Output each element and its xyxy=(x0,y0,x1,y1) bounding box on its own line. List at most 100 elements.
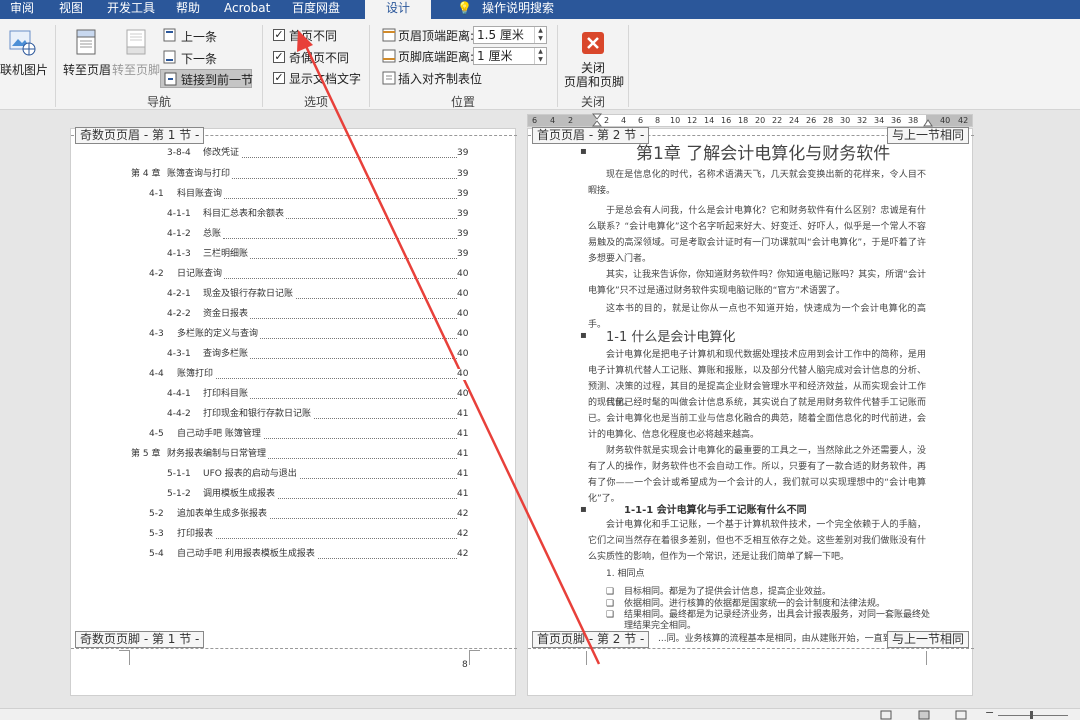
zoom-slider[interactable] xyxy=(998,715,1068,716)
toc-entry-number: 5-1-1 xyxy=(167,469,191,479)
toc-entry-title[interactable]: 修改凭证 xyxy=(203,148,242,159)
ruler-tick: 6 xyxy=(532,116,538,125)
left-page[interactable]: 奇数页页眉 - 第 1 节 - 3-8-4 修改凭证 39 第 4 章账簿查询与打印 3… xyxy=(70,127,517,696)
ruler-tick: 4 xyxy=(621,116,627,125)
toc-entry-title[interactable]: 财务报表编制与日常管理 xyxy=(167,449,269,460)
tab-review[interactable]: 审阅 xyxy=(10,0,34,19)
toc-leader-dots xyxy=(197,198,457,199)
toc-entry-title[interactable]: 日记账查询 xyxy=(177,269,225,280)
print-layout-icon[interactable] xyxy=(918,710,930,720)
toc-entry-title[interactable]: 三栏明细账 xyxy=(203,249,251,260)
tab-view[interactable]: 视图 xyxy=(59,0,83,19)
lightbulb-icon: 💡 xyxy=(457,1,472,15)
toc-entry-title[interactable]: 账簿查询与打印 xyxy=(167,169,233,180)
header-top-value: 1.5 厘米 xyxy=(477,28,524,42)
online-picture-icon[interactable] xyxy=(8,29,38,57)
show-document-text-label: 显示文档文字 xyxy=(289,72,362,86)
status-bar: − xyxy=(0,706,1080,720)
toc-entry-title[interactable]: 现金及银行存款日记账 xyxy=(203,289,296,300)
crop-mark xyxy=(926,651,927,665)
goto-footer-button[interactable]: 转至页脚 xyxy=(112,61,160,78)
previous-button[interactable]: 上一条 xyxy=(181,28,217,45)
spinner-arrows-icon[interactable]: ▲ ▼ xyxy=(534,27,546,43)
tab-baidu-netdisk[interactable]: 百度网盘 xyxy=(292,0,340,19)
toc-page-number: 41 xyxy=(457,469,469,480)
toc-entry-title[interactable]: 追加表单生成多张报表 xyxy=(177,509,270,520)
tab-developer[interactable]: 开发工具 xyxy=(107,0,155,19)
ruler-tick: 40 xyxy=(940,116,951,125)
goto-header-button[interactable]: 转至页眉 xyxy=(63,61,111,78)
ruler-tick: 10 xyxy=(670,116,681,125)
tell-me-search[interactable]: 操作说明搜索 xyxy=(482,0,554,19)
spinner-arrows-icon[interactable]: ▲ ▼ xyxy=(534,48,546,64)
goto-header-icon[interactable] xyxy=(74,28,100,56)
toc-page-number: 40 xyxy=(457,329,469,340)
show-document-text-checkbox[interactable]: ✓ xyxy=(273,72,285,84)
paragraph-7: 财务软件就是实现会计电算化的最重要的工具之一，当然除此之外还需要人，没有了人的操… xyxy=(588,446,926,504)
tab-help[interactable]: 帮助 xyxy=(176,0,200,19)
ruler-tick: 14 xyxy=(704,116,715,125)
toc-entry-number: 4-2-2 xyxy=(167,309,191,319)
tab-design[interactable]: 设计 xyxy=(365,0,431,19)
toc-page-number: 41 xyxy=(457,489,469,500)
next-button[interactable]: 下一条 xyxy=(181,50,217,67)
ruler-tick: 28 xyxy=(823,116,834,125)
web-layout-icon[interactable] xyxy=(955,710,967,720)
first-page-footer-tag: 首页页脚 - 第 2 节 - xyxy=(532,631,650,648)
footer-bottom-spinner[interactable]: 1 厘米 ▲ ▼ xyxy=(473,47,547,65)
ribbon: 联机图片 转至页眉 转至页脚 上一条 下一条 链接到前一节 导航 ✓ 首页不同 … xyxy=(0,19,1080,110)
toc-leader-dots xyxy=(223,358,457,359)
horizontal-ruler[interactable]: 6 4 2 2 4 6 8 10 12 14 16 18 20 22 24 26… xyxy=(527,113,973,127)
toc-entry-title[interactable]: 打印科目账 xyxy=(203,389,251,400)
toc-entry-title[interactable]: 打印报表 xyxy=(177,529,216,540)
toc-entry-title[interactable]: 账簿打印 xyxy=(177,369,216,380)
toc-leader-dots xyxy=(223,238,457,239)
toc-entry-title[interactable]: 多栏账的定义与查询 xyxy=(177,329,261,340)
toc-entry-title[interactable]: 自己动手吧 利用报表模板生成报表 xyxy=(177,549,317,560)
toc-leader-dots xyxy=(223,258,457,259)
checkbox-bullet-icon: ❑ xyxy=(606,587,615,597)
toc-entry-number: 5-2 xyxy=(149,509,164,519)
toc-entry-title[interactable]: UFO 报表的启动与退出 xyxy=(203,469,299,480)
toc-entry-title[interactable]: 科目账查询 xyxy=(177,189,225,200)
next-section-icon xyxy=(163,50,176,64)
first-line-indent-marker-icon[interactable] xyxy=(592,113,602,127)
zoom-out-icon[interactable]: − xyxy=(985,706,994,719)
odd-even-different-checkbox[interactable]: ✓ xyxy=(273,51,285,63)
toc-entry-title[interactable]: 科目汇总表和余额表 xyxy=(203,209,287,220)
toc-page-number: 42 xyxy=(457,529,469,540)
checkbox-bullet-icon: ❑ xyxy=(606,599,615,609)
toc-page-number: 39 xyxy=(457,249,469,260)
toc-page-number: 40 xyxy=(457,369,469,380)
toc-entry-title[interactable]: 调用模板生成报表 xyxy=(203,489,278,500)
right-page[interactable]: 首页页眉 - 第 2 节 - 与上一节相同 ▪ 第1章 了解会计电算化与财务软件… xyxy=(527,127,974,696)
toc-entry-title[interactable]: 资金日报表 xyxy=(203,309,251,320)
position-group-label: 位置 xyxy=(451,95,476,109)
section-heading-1-1: 1-1 什么是会计电算化 xyxy=(606,330,736,345)
toc-entry-title[interactable]: 打印现金和银行存款日记账 xyxy=(203,409,314,420)
toc-page-number: 42 xyxy=(457,509,469,520)
ruler-tick: 42 xyxy=(958,116,969,125)
toc-entry-title[interactable]: 总账 xyxy=(203,229,224,240)
online-picture-label[interactable]: 联机图片 xyxy=(0,61,48,78)
toc-leader-dots xyxy=(223,318,457,319)
ruler-tick: 6 xyxy=(638,116,644,125)
tab-acrobat[interactable]: Acrobat xyxy=(224,0,270,19)
toc-entry-title[interactable]: 自己动手吧 账簿管理 xyxy=(177,429,263,440)
link-to-previous-button[interactable]: 链接到前一节 xyxy=(160,69,253,88)
header-top-spinner[interactable]: 1.5 厘米 ▲ ▼ xyxy=(473,26,547,44)
ruler-tick: 38 xyxy=(908,116,919,125)
zoom-slider-thumb[interactable] xyxy=(1030,711,1033,719)
toc-entry-title[interactable]: 查询多栏账 xyxy=(203,349,251,360)
close-header-footer-label-2[interactable]: 页眉和页脚 xyxy=(564,73,624,90)
paragraph-mark-icon: ▪ xyxy=(580,504,587,515)
toc-leader-dots xyxy=(223,398,457,399)
toc-page-number: 40 xyxy=(457,309,469,320)
close-icon[interactable] xyxy=(581,31,605,55)
ruler-tick: 2 xyxy=(568,116,574,125)
insert-align-tab-button[interactable]: 插入对齐制表位 xyxy=(398,70,482,87)
first-page-different-checkbox[interactable]: ✓ xyxy=(273,29,285,41)
toc-entry-number: 5-1-2 xyxy=(167,489,191,499)
right-indent-marker-icon[interactable] xyxy=(923,117,933,127)
read-mode-icon[interactable] xyxy=(880,710,892,720)
